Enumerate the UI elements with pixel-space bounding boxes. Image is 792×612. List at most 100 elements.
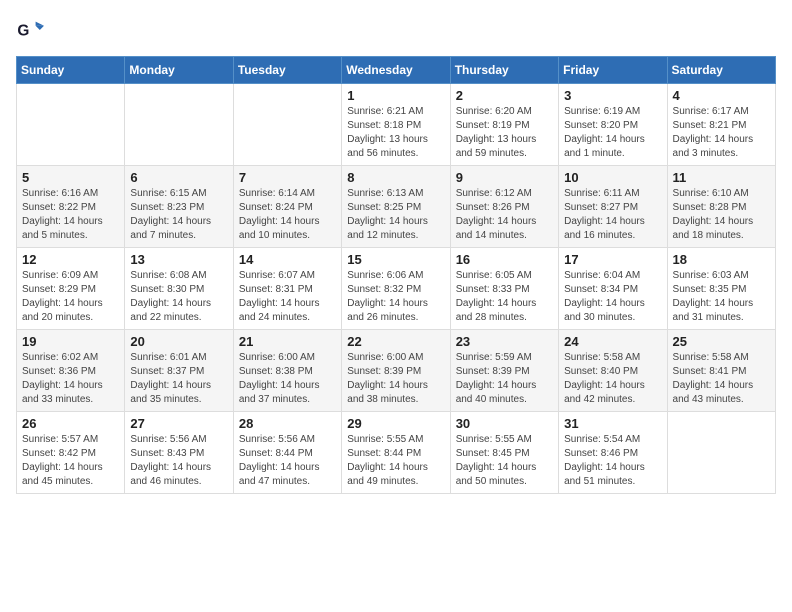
day-number: 29 [347, 416, 444, 431]
day-number: 8 [347, 170, 444, 185]
calendar-day-7: 7 Sunrise: 6:14 AM Sunset: 8:24 PM Daylig… [233, 166, 341, 248]
day-info: Sunrise: 6:05 AM Sunset: 8:33 PM Dayligh… [456, 269, 553, 325]
weekday-header-wednesday: Wednesday [342, 57, 450, 84]
calendar-day-19: 19 Sunrise: 6:02 AM Sunset: 8:36 PM Dayli… [17, 330, 125, 412]
day-info: Sunrise: 6:00 AM Sunset: 8:38 PM Dayligh… [239, 351, 336, 407]
weekday-header-monday: Monday [125, 57, 233, 84]
calendar-day-25: 25 Sunrise: 5:58 AM Sunset: 8:41 PM Dayli… [667, 330, 775, 412]
day-number: 13 [130, 252, 227, 267]
calendar-empty-cell [233, 84, 341, 166]
calendar-day-5: 5 Sunrise: 6:16 AM Sunset: 8:22 PM Daylig… [17, 166, 125, 248]
calendar-day-24: 24 Sunrise: 5:58 AM Sunset: 8:40 PM Dayli… [559, 330, 667, 412]
day-info: Sunrise: 6:03 AM Sunset: 8:35 PM Dayligh… [673, 269, 770, 325]
logo: G [16, 16, 48, 44]
calendar-day-31: 31Sunrise: 5:54 AM Sunset: 8:46 PM Dayli… [559, 412, 667, 494]
day-number: 10 [564, 170, 661, 185]
day-number: 26 [22, 416, 119, 431]
day-info: Sunrise: 5:56 AM Sunset: 8:44 PM Dayligh… [239, 433, 336, 489]
day-info: Sunrise: 6:09 AM Sunset: 8:29 PM Dayligh… [22, 269, 119, 325]
calendar-week-row: 19 Sunrise: 6:02 AM Sunset: 8:36 PM Dayli… [17, 330, 776, 412]
day-info: Sunrise: 5:55 AM Sunset: 8:44 PM Dayligh… [347, 433, 444, 489]
day-info: Sunrise: 6:00 AM Sunset: 8:39 PM Dayligh… [347, 351, 444, 407]
day-info: Sunrise: 6:08 AM Sunset: 8:30 PM Dayligh… [130, 269, 227, 325]
day-info: Sunrise: 5:58 AM Sunset: 8:40 PM Dayligh… [564, 351, 661, 407]
weekday-header-sunday: Sunday [17, 57, 125, 84]
calendar-day-10: 10 Sunrise: 6:11 AM Sunset: 8:27 PM Dayli… [559, 166, 667, 248]
calendar-day-11: 11 Sunrise: 6:10 AM Sunset: 8:28 PM Dayli… [667, 166, 775, 248]
calendar-day-4: 4Sunrise: 6:17 AM Sunset: 8:21 PM Daylig… [667, 84, 775, 166]
calendar-day-23: 23 Sunrise: 5:59 AM Sunset: 8:39 PM Dayli… [450, 330, 558, 412]
day-number: 31 [564, 416, 661, 431]
calendar-day-12: 12 Sunrise: 6:09 AM Sunset: 8:29 PM Dayli… [17, 248, 125, 330]
calendar-empty-cell [667, 412, 775, 494]
calendar-day-28: 28Sunrise: 5:56 AM Sunset: 8:44 PM Dayli… [233, 412, 341, 494]
calendar-day-13: 13 Sunrise: 6:08 AM Sunset: 8:30 PM Dayli… [125, 248, 233, 330]
calendar-day-1: 1Sunrise: 6:21 AM Sunset: 8:18 PM Daylig… [342, 84, 450, 166]
day-number: 18 [673, 252, 770, 267]
day-number: 12 [22, 252, 119, 267]
day-info: Sunrise: 6:07 AM Sunset: 8:31 PM Dayligh… [239, 269, 336, 325]
day-info: Sunrise: 5:57 AM Sunset: 8:42 PM Dayligh… [22, 433, 119, 489]
weekday-header-thursday: Thursday [450, 57, 558, 84]
day-info: Sunrise: 5:58 AM Sunset: 8:41 PM Dayligh… [673, 351, 770, 407]
calendar-header-row: SundayMondayTuesdayWednesdayThursdayFrid… [17, 57, 776, 84]
day-number: 1 [347, 88, 444, 103]
day-info: Sunrise: 6:16 AM Sunset: 8:22 PM Dayligh… [22, 187, 119, 243]
calendar-day-6: 6Sunrise: 6:15 AM Sunset: 8:23 PM Daylig… [125, 166, 233, 248]
day-number: 14 [239, 252, 336, 267]
calendar-week-row: 5 Sunrise: 6:16 AM Sunset: 8:22 PM Daylig… [17, 166, 776, 248]
day-number: 15 [347, 252, 444, 267]
day-number: 3 [564, 88, 661, 103]
day-number: 7 [239, 170, 336, 185]
day-number: 5 [22, 170, 119, 185]
calendar-week-row: 1Sunrise: 6:21 AM Sunset: 8:18 PM Daylig… [17, 84, 776, 166]
calendar-day-26: 26 Sunrise: 5:57 AM Sunset: 8:42 PM Dayli… [17, 412, 125, 494]
svg-text:G: G [17, 23, 29, 40]
calendar-day-18: 18 Sunrise: 6:03 AM Sunset: 8:35 PM Dayli… [667, 248, 775, 330]
day-number: 30 [456, 416, 553, 431]
day-info: Sunrise: 5:55 AM Sunset: 8:45 PM Dayligh… [456, 433, 553, 489]
calendar-day-2: 2Sunrise: 6:20 AM Sunset: 8:19 PM Daylig… [450, 84, 558, 166]
calendar-week-row: 12 Sunrise: 6:09 AM Sunset: 8:29 PM Dayli… [17, 248, 776, 330]
day-number: 27 [130, 416, 227, 431]
day-info: Sunrise: 6:19 AM Sunset: 8:20 PM Dayligh… [564, 105, 661, 161]
day-info: Sunrise: 6:01 AM Sunset: 8:37 PM Dayligh… [130, 351, 227, 407]
day-info: Sunrise: 6:02 AM Sunset: 8:36 PM Dayligh… [22, 351, 119, 407]
calendar-day-16: 16Sunrise: 6:05 AM Sunset: 8:33 PM Dayli… [450, 248, 558, 330]
day-info: Sunrise: 6:13 AM Sunset: 8:25 PM Dayligh… [347, 187, 444, 243]
day-info: Sunrise: 6:06 AM Sunset: 8:32 PM Dayligh… [347, 269, 444, 325]
day-number: 25 [673, 334, 770, 349]
day-number: 11 [673, 170, 770, 185]
page-header: G [16, 16, 776, 44]
calendar-table: SundayMondayTuesdayWednesdayThursdayFrid… [16, 56, 776, 494]
calendar-day-29: 29 Sunrise: 5:55 AM Sunset: 8:44 PM Dayli… [342, 412, 450, 494]
day-info: Sunrise: 5:59 AM Sunset: 8:39 PM Dayligh… [456, 351, 553, 407]
day-number: 21 [239, 334, 336, 349]
calendar-day-21: 21 Sunrise: 6:00 AM Sunset: 8:38 PM Dayli… [233, 330, 341, 412]
day-info: Sunrise: 6:14 AM Sunset: 8:24 PM Dayligh… [239, 187, 336, 243]
calendar-day-17: 17 Sunrise: 6:04 AM Sunset: 8:34 PM Dayli… [559, 248, 667, 330]
day-number: 9 [456, 170, 553, 185]
day-number: 17 [564, 252, 661, 267]
calendar-day-15: 15 Sunrise: 6:06 AM Sunset: 8:32 PM Dayli… [342, 248, 450, 330]
calendar-day-27: 27 Sunrise: 5:56 AM Sunset: 8:43 PM Dayli… [125, 412, 233, 494]
day-info: Sunrise: 6:10 AM Sunset: 8:28 PM Dayligh… [673, 187, 770, 243]
day-info: Sunrise: 6:04 AM Sunset: 8:34 PM Dayligh… [564, 269, 661, 325]
day-info: Sunrise: 6:11 AM Sunset: 8:27 PM Dayligh… [564, 187, 661, 243]
calendar-day-14: 14 Sunrise: 6:07 AM Sunset: 8:31 PM Dayli… [233, 248, 341, 330]
calendar-day-9: 9 Sunrise: 6:12 AM Sunset: 8:26 PM Daylig… [450, 166, 558, 248]
weekday-header-friday: Friday [559, 57, 667, 84]
day-info: Sunrise: 6:15 AM Sunset: 8:23 PM Dayligh… [130, 187, 227, 243]
calendar-empty-cell [17, 84, 125, 166]
weekday-header-saturday: Saturday [667, 57, 775, 84]
day-number: 19 [22, 334, 119, 349]
day-info: Sunrise: 6:12 AM Sunset: 8:26 PM Dayligh… [456, 187, 553, 243]
day-number: 22 [347, 334, 444, 349]
calendar-empty-cell [125, 84, 233, 166]
day-info: Sunrise: 5:56 AM Sunset: 8:43 PM Dayligh… [130, 433, 227, 489]
calendar-day-8: 8 Sunrise: 6:13 AM Sunset: 8:25 PM Daylig… [342, 166, 450, 248]
day-number: 24 [564, 334, 661, 349]
calendar-day-20: 20Sunrise: 6:01 AM Sunset: 8:37 PM Dayli… [125, 330, 233, 412]
day-number: 23 [456, 334, 553, 349]
day-number: 2 [456, 88, 553, 103]
